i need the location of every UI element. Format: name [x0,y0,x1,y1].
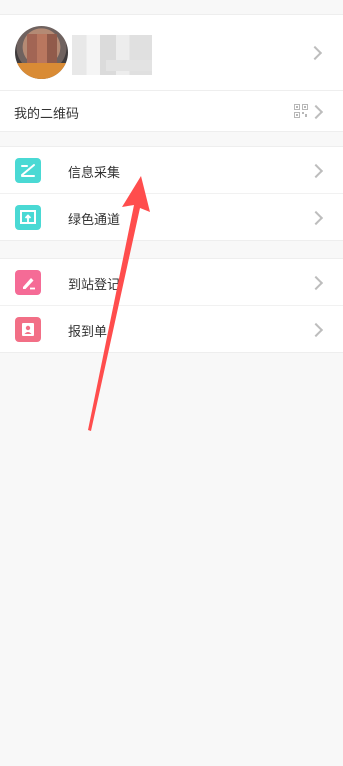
menu-item-label: 信息采集 [68,166,121,181]
menu-item-label: 报到单 [68,325,108,340]
qr-code-icon [294,104,308,118]
chevron-right-icon [308,104,324,120]
profile-card[interactable] [0,14,343,91]
chevron-right-icon [308,275,324,291]
menu-item-check-in-form[interactable]: 报到单 [0,306,343,352]
menu-item-label: 到站登记 [68,278,121,293]
blurred-username [72,35,152,75]
green-channel-icon [15,205,41,230]
menu-group-services: 信息采集 绿色通道 [0,146,343,241]
chevron-right-icon [307,45,323,61]
id-card-icon [15,317,41,342]
chevron-right-icon [308,210,324,226]
chevron-right-icon [308,163,324,179]
pencil-icon [15,270,41,295]
qr-code-label: 我的二维码 [14,107,80,122]
menu-item-label: 绿色通道 [68,213,121,228]
menu-item-arrival-registration[interactable]: 到站登记 [0,259,343,306]
menu-item-info-collection[interactable]: 信息采集 [0,147,343,194]
avatar-shirt [15,63,68,79]
my-qr-code-row[interactable]: 我的二维码 [0,91,343,132]
avatar [15,26,68,79]
menu-item-green-channel[interactable]: 绿色通道 [0,194,343,240]
menu-group-registration: 到站登记 报到单 [0,258,343,353]
form-edit-icon [15,158,41,183]
profile-page: 我的二维码 信息采集 绿色通道 到站登记 报到单 [0,0,343,766]
chevron-right-icon [308,322,324,338]
